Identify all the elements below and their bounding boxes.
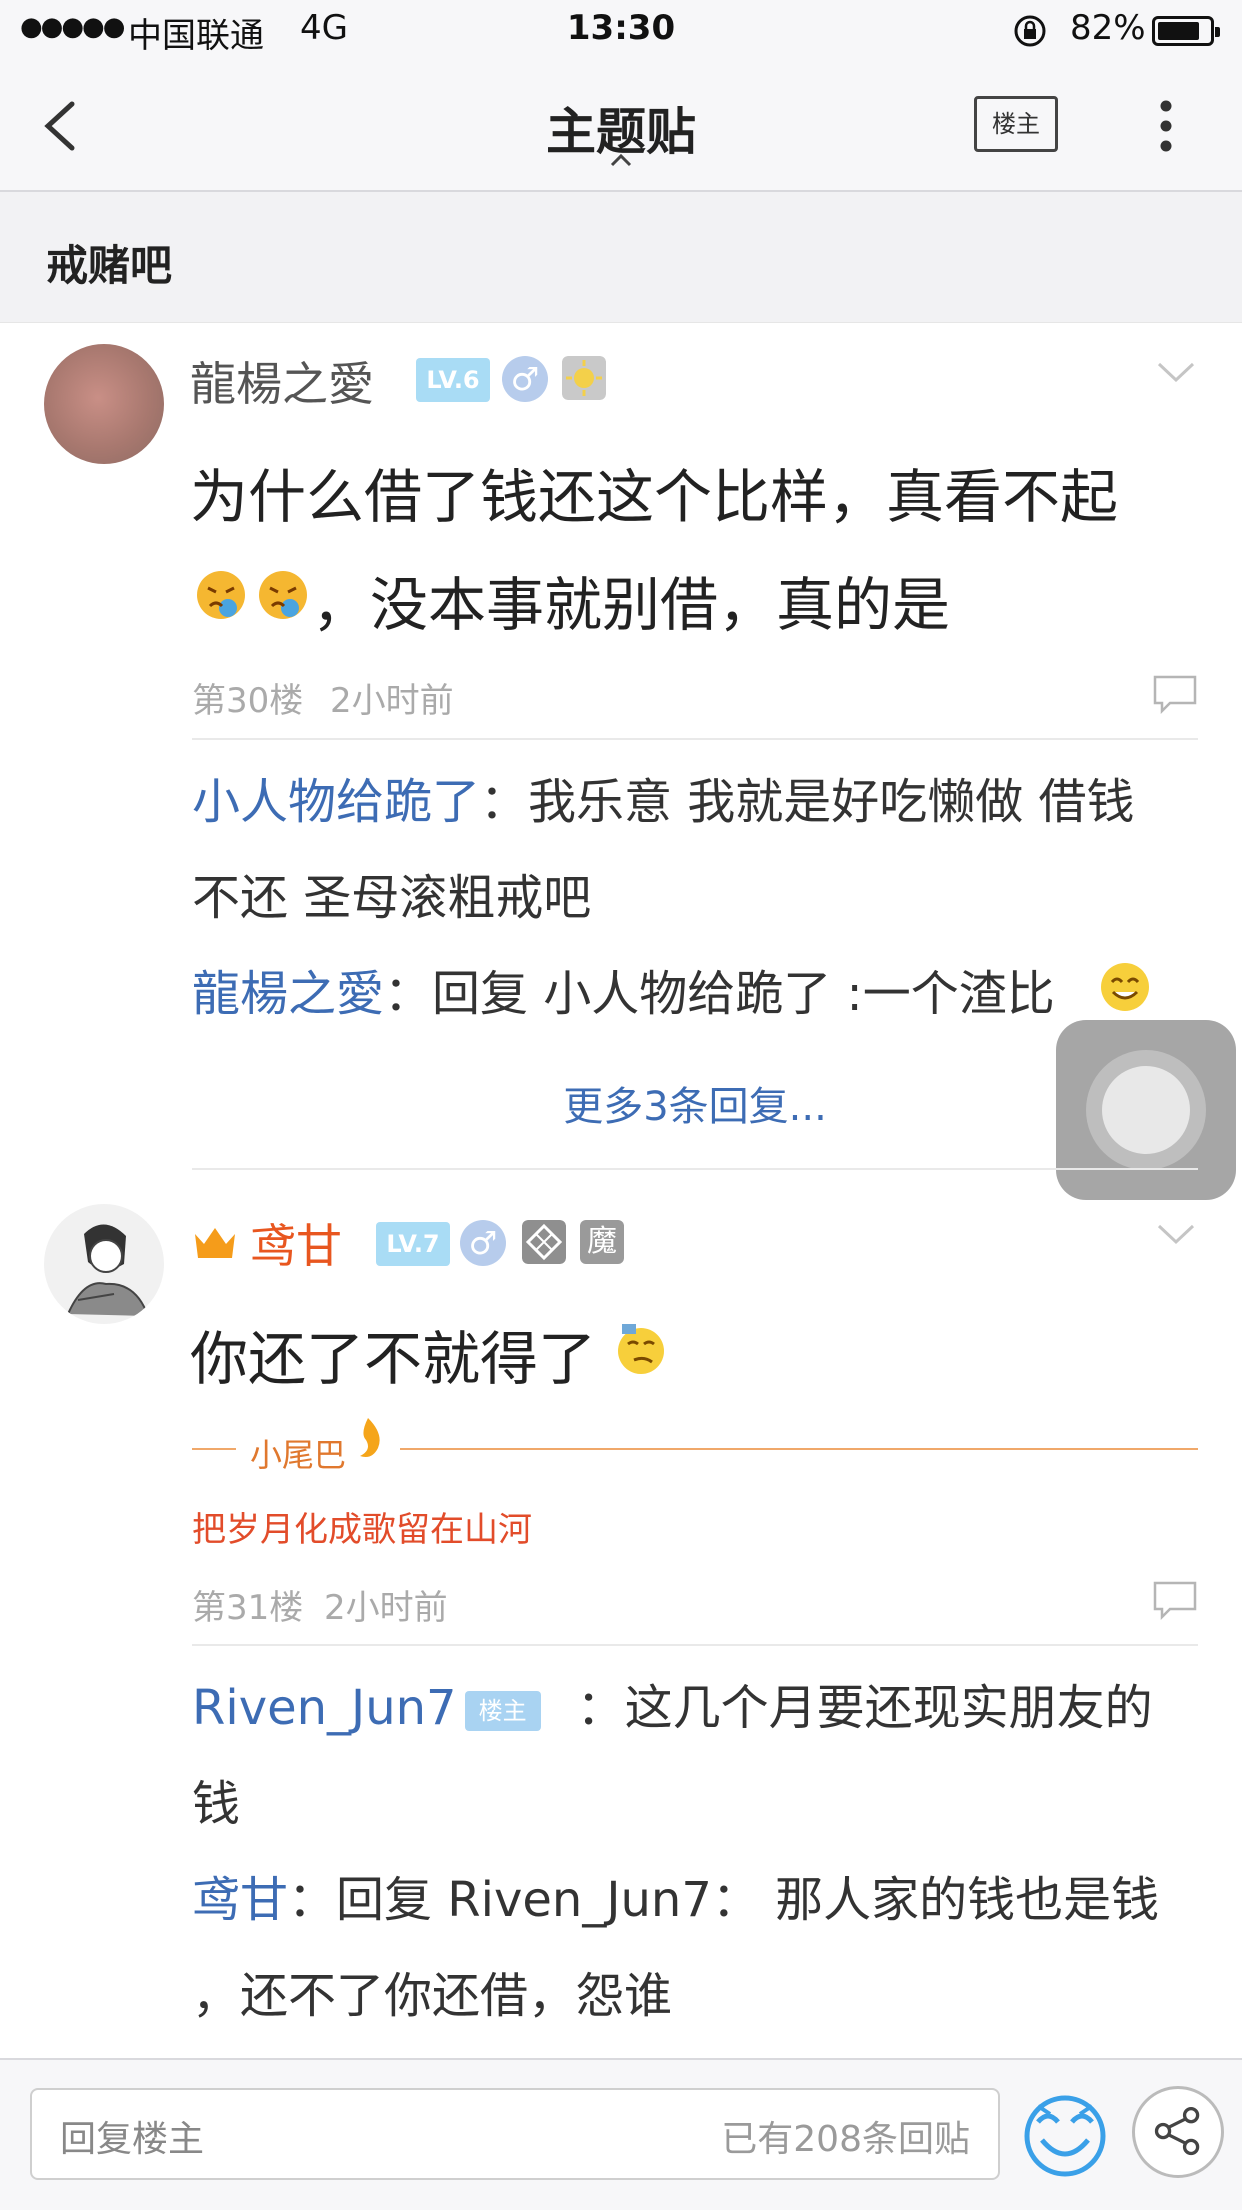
crown-icon [195,1228,235,1258]
emoji-icon[interactable] [1018,2086,1112,2180]
avatar[interactable] [44,344,164,464]
forum-bar[interactable] [0,192,1242,323]
reply-author[interactable]: 鸢甘 [192,1872,288,1928]
level-badge: LV.6 [416,358,490,402]
post-text-line: 为什么借了钱还这个比样，真看不起 [190,463,1119,531]
battery-percent: 82% [1070,8,1146,48]
reply-separator: ： [576,1680,625,1736]
reply-separator: ： [288,1872,337,1928]
caret-up-icon[interactable] [608,152,634,168]
post-username[interactable]: 龍楊之愛 [190,348,374,414]
reply-separator: ： [480,774,529,830]
divider [192,1168,1198,1170]
title-badge: 魔 [580,1220,624,1264]
reply-text-line: 钱 [192,1776,241,1832]
reply-item[interactable]: 龍楊之愛：回复 小人物给跪了 :一个渣比 [192,946,1055,1042]
avatar[interactable] [44,1204,164,1324]
share-icon [1154,2106,1200,2156]
host-tag: 楼主 [464,1691,541,1731]
comment-icon[interactable] [1152,674,1198,714]
signature-text: 把岁月化成歌留在山河 [192,1510,532,1550]
only-host-button[interactable]: 楼主 [974,96,1058,152]
forum-name[interactable]: 戒赌吧 [46,232,172,293]
battery-icon [1152,16,1220,46]
angry-emoji-icon [197,571,245,619]
rotation-lock-icon [1014,15,1046,47]
chevron-down-icon[interactable] [1156,1222,1196,1246]
flame-icon [360,1418,380,1457]
chevron-down-icon[interactable] [1156,360,1196,384]
reply-text: 这几个月要还现实朋友的 [624,1680,1153,1736]
share-button[interactable] [1132,2086,1224,2178]
reply-text: 回复 Riven_Jun7： 那人家的钱也是钱 [336,1872,1160,1928]
more-options-icon[interactable] [1158,98,1174,154]
signature-divider [192,1448,236,1450]
more-replies-link[interactable]: 更多3条回复... [192,1074,1198,1132]
comment-icon[interactable] [1152,1580,1198,1620]
post-username[interactable]: 鸢甘 [250,1210,342,1276]
post-text-line: ，没本事就别借，真的是 [312,571,951,639]
post-time: 2小时前 [330,681,454,721]
sun-badge-icon [562,356,606,400]
reply-text-line: ，还不了你还借，怨谁 [192,1968,673,2024]
floor-number: 第30楼 [192,681,304,721]
gender-male-icon: ♂ [460,1220,506,1266]
reply-count: 已有208条回贴 [721,2119,970,2160]
reply-item[interactable]: 小人物给跪了：我乐意 我就是好吃懒做 借钱 [192,754,1222,850]
angry-emoji-icon [259,571,307,619]
floor-number: 第31楼 [192,1588,304,1628]
reply-placeholder: 回复楼主 [60,2119,205,2160]
assistive-touch-button[interactable] [1056,1020,1236,1200]
post-time: 2小时前 [324,1588,448,1628]
reply-separator: ： [384,966,433,1022]
divider [192,738,1198,740]
reply-author[interactable]: 小人物给跪了 [192,774,480,830]
reply-item[interactable]: Riven_Jun7 楼主 ：这几个月要还现实朋友的 [192,1660,1222,1756]
reply-item[interactable]: 鸢甘：回复 Riven_Jun7： 那人家的钱也是钱 [192,1852,1222,1948]
gender-male-icon: ♂ [502,356,548,402]
reply-text: 我乐意 我就是好吃懒做 借钱 [528,774,1135,830]
reply-text-line: 不还 圣母滚粗戒吧 [192,870,592,926]
status-time: 13:30 [566,8,676,48]
divider [192,1644,1198,1646]
signature-divider [400,1448,1198,1450]
level-badge: LV.7 [376,1222,450,1266]
reply-text: 回复 小人物给跪了 :一个渣比 [432,966,1055,1022]
thinking-emoji-icon [618,1324,664,1374]
reply-author[interactable]: 龍楊之愛 [192,966,384,1022]
post-text-line: 你还了不就得了 [190,1325,597,1393]
diamond-badge-icon [522,1220,566,1264]
signature-label: 小尾巴 [250,1436,347,1474]
smile-emoji-icon [1101,963,1149,1011]
reply-author[interactable]: Riven_Jun7 [192,1680,457,1736]
